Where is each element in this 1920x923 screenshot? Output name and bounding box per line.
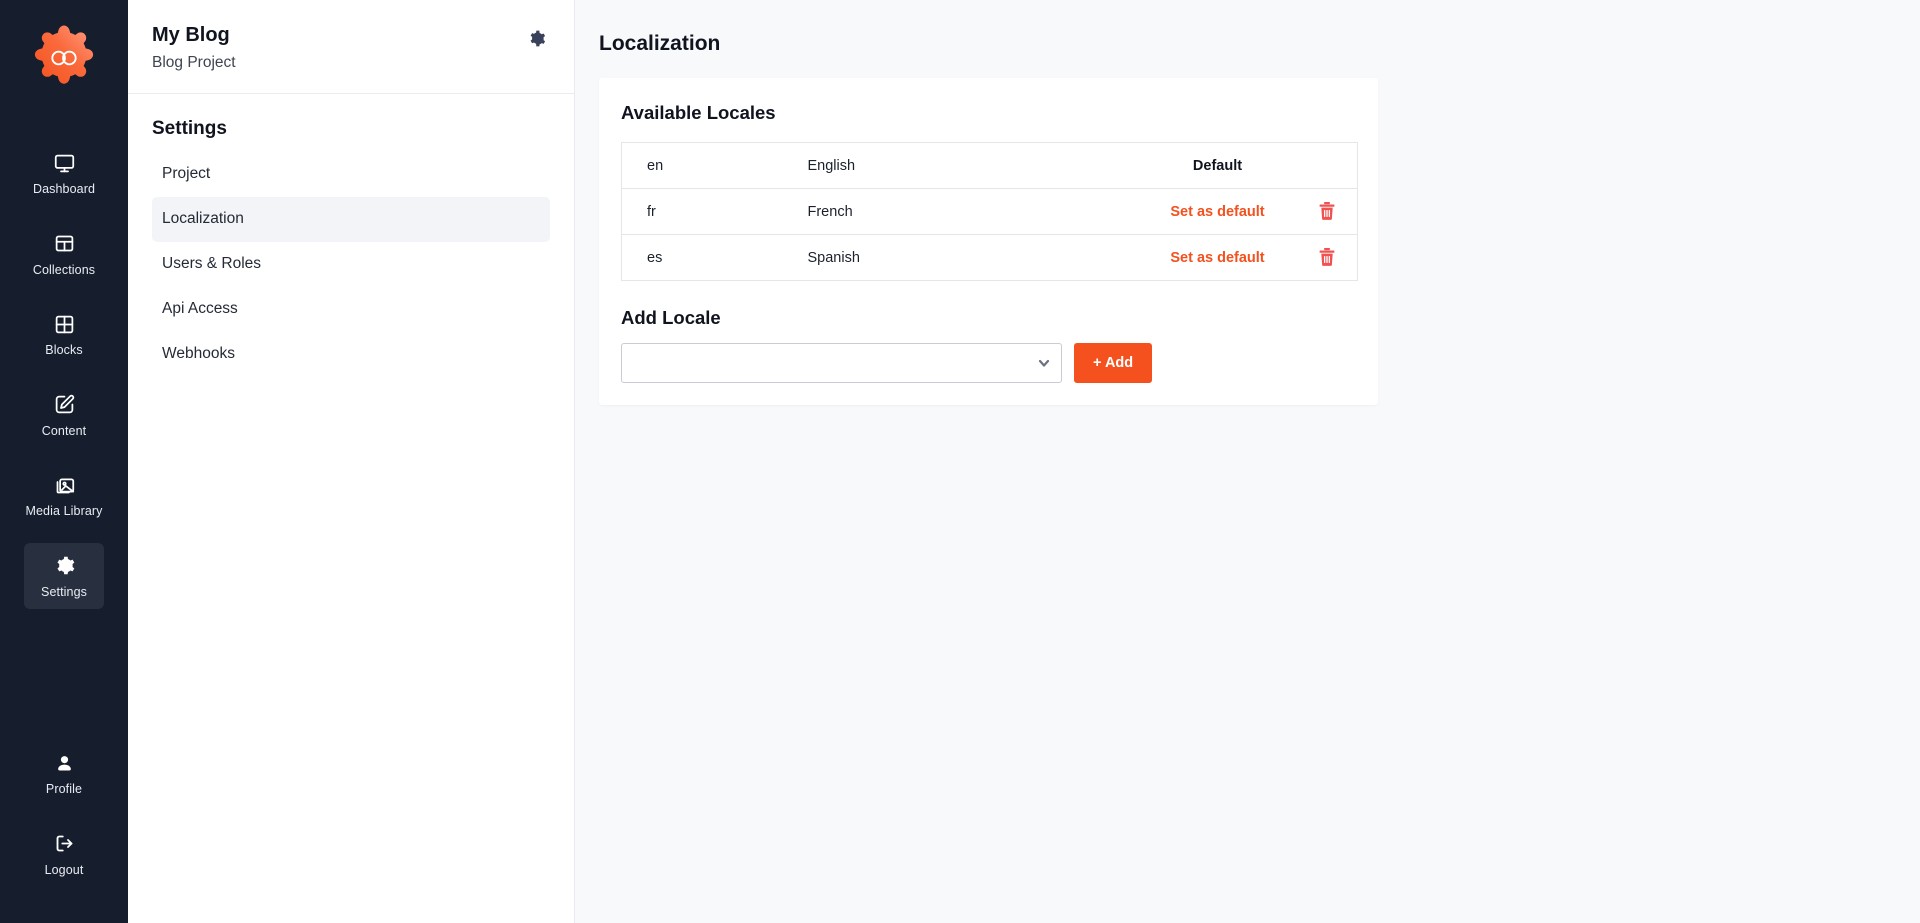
localization-card: Available Locales en English Default fr … [599,78,1378,405]
project-info: My Blog Blog Project [152,22,236,73]
sidebar-item-dashboard[interactable]: Dashboard [24,140,104,207]
locale-code: es [621,234,808,281]
add-locale-title: Add Locale [621,307,721,328]
locale-delete-cell [1297,142,1358,189]
sidebar-bottom-nav: Profile Logout [0,740,128,901]
logout-icon [53,833,75,855]
locales-table: en English Default fr French Set as defa… [621,142,1358,281]
monitor-icon [53,152,75,174]
table-row: en English Default [621,142,1358,189]
sidebar-item-label: Blocks [45,343,83,357]
settings-panel-header: My Blog Blog Project [128,0,574,95]
edit-square-icon [53,394,75,416]
sidebar-item-settings[interactable]: Settings [24,542,104,609]
primary-nav: Dashboard Collections Blocks Content Med… [0,140,128,623]
gear-infinity-logo-icon[interactable] [28,22,100,94]
settings-nav-item-localization[interactable]: Localization [152,197,550,242]
set-as-default-button[interactable]: Set as default [1170,250,1264,266]
locale-code: en [621,142,808,189]
set-as-default-button[interactable]: Set as default [1170,204,1264,220]
table-grid-icon [53,233,75,255]
locale-delete-cell [1297,188,1358,235]
locale-name: French [807,188,1138,235]
settings-nav-item-api-access[interactable]: Api Access [152,287,550,332]
delete-locale-button[interactable] [1316,200,1338,222]
add-locale-row: + Add [621,343,1356,383]
sidebar-item-logout[interactable]: Logout [24,821,104,888]
sidebar-item-label: Settings [41,584,87,599]
image-stack-icon [53,474,75,496]
sidebar-item-label: Dashboard [32,182,96,196]
locale-select-wrapper [621,343,1062,383]
settings-nav-item-users-roles[interactable]: Users & Roles [152,242,550,287]
primary-sidebar: Dashboard Collections Blocks Content Med… [0,0,128,923]
user-icon [53,752,75,774]
locale-name: Spanish [807,234,1138,281]
blocks-grid-icon [53,313,75,335]
table-row: fr French Set as default [621,188,1358,235]
locale-default-cell: Default [1137,142,1298,189]
status-badge: Default [1192,157,1243,174]
locale-select[interactable] [621,343,1062,383]
add-locale-button[interactable]: + Add [1074,343,1153,383]
settings-nav: Project Localization Users & Roles Api A… [128,148,574,377]
sidebar-item-profile[interactable]: Profile [24,740,104,807]
locale-default-cell: Set as default [1137,234,1298,281]
sidebar-item-label: Collections [32,262,96,277]
settings-section-title: Settings [152,118,227,140]
sidebar-item-blocks[interactable]: Blocks [24,301,104,368]
locale-default-cell: Set as default [1137,188,1298,235]
settings-nav-item-webhooks[interactable]: Webhooks [152,332,550,377]
table-row: es Spanish Set as default [621,234,1358,281]
settings-nav-item-project[interactable]: Project [152,152,550,197]
page-title: Localization [599,32,721,55]
locale-name: English [807,142,1138,189]
sidebar-item-media-library[interactable]: Media Library [24,462,104,529]
sidebar-item-collections[interactable]: Collections [24,221,104,288]
locale-delete-cell [1297,234,1358,281]
settings-panel: My Blog Blog Project Settings Project Lo… [128,0,575,923]
sidebar-item-label: Logout [44,862,84,877]
main-content: Localization Available Locales en Englis… [575,0,1920,923]
project-subtitle: Blog Project [152,54,236,71]
delete-locale-button[interactable] [1316,246,1338,268]
sidebar-item-label: Profile [45,782,83,796]
gear-icon [53,555,75,577]
sidebar-item-label: Media Library [25,504,103,518]
trash-icon [1319,247,1335,266]
sidebar-item-content[interactable]: Content [24,382,104,449]
trash-icon [1319,201,1335,220]
project-title: My Blog [152,24,230,46]
sidebar-item-label: Content [41,423,87,438]
locale-code: fr [621,188,808,235]
available-locales-title: Available Locales [621,102,776,123]
gear-icon[interactable] [525,28,546,49]
app-root: Dashboard Collections Blocks Content Med… [0,0,1920,923]
